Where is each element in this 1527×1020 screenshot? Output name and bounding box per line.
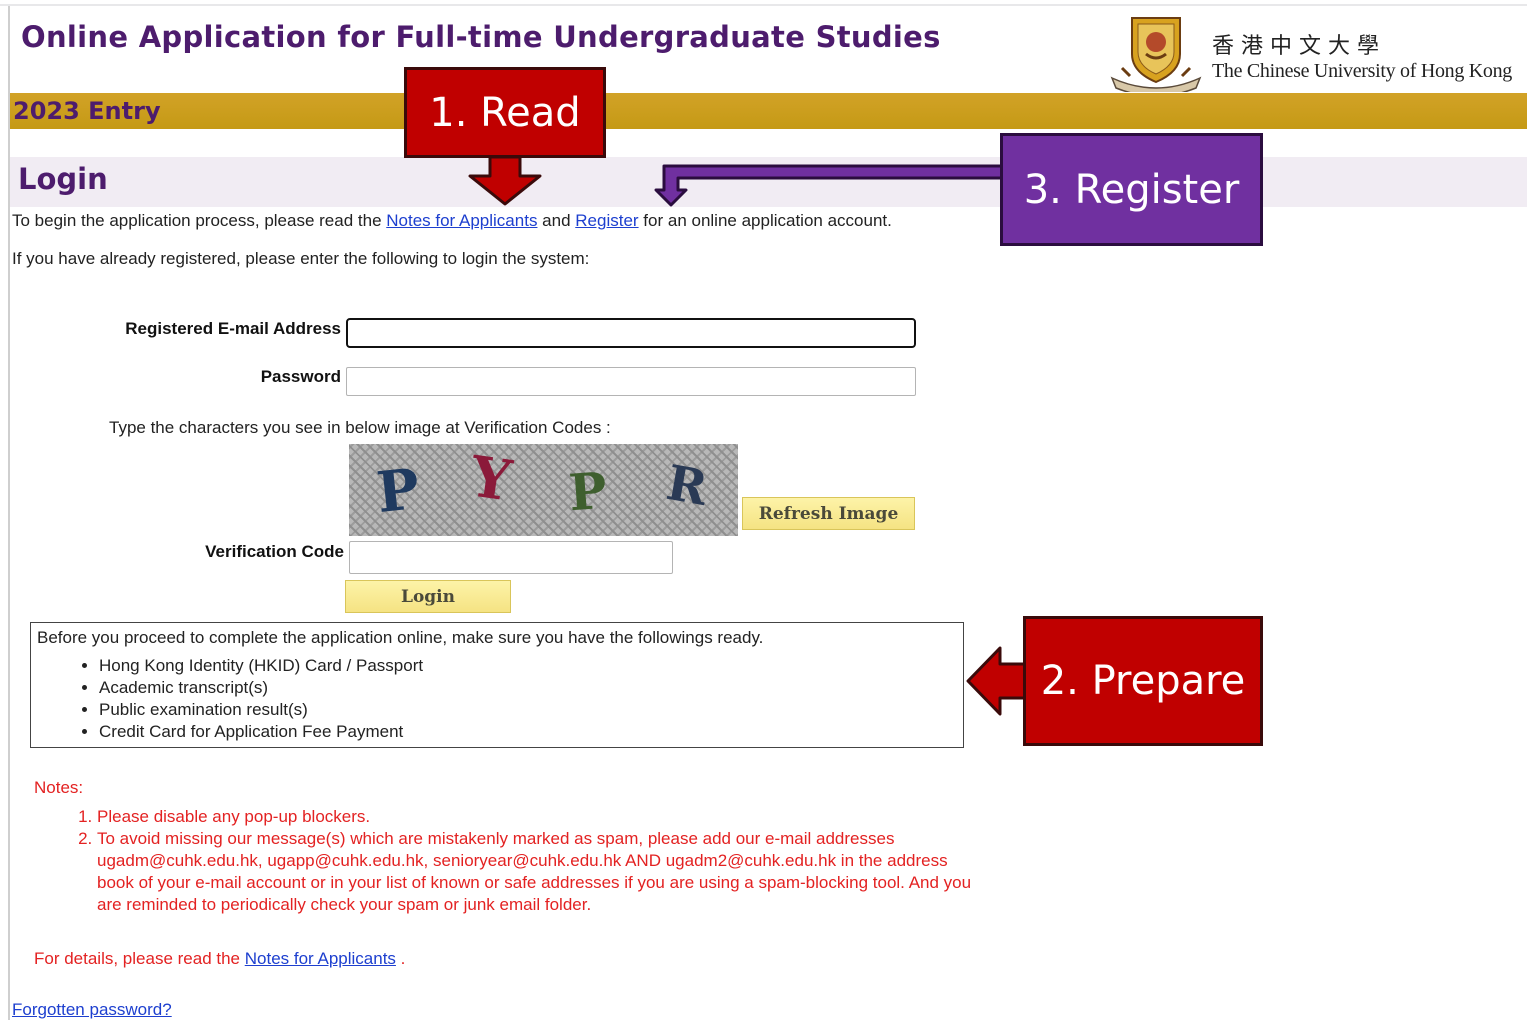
callout-prepare: 2. Prepare [1023, 616, 1263, 746]
list-item: Hong Kong Identity (HKID) Card / Passpor… [99, 655, 423, 677]
list-item: Credit Card for Application Fee Payment [99, 721, 423, 743]
forgotten-password-link[interactable]: Forgotten password? [12, 1000, 172, 1020]
login-button[interactable]: Login [345, 580, 511, 613]
notes-for-applicants-link[interactable]: Notes for Applicants [386, 211, 537, 230]
intro-paragraph: To begin the application process, please… [12, 211, 892, 231]
details-suffix: . [395, 949, 406, 968]
email-label: Registered E-mail Address [125, 319, 341, 338]
login-heading: Login [18, 162, 108, 196]
entry-year: 2023 Entry [13, 97, 161, 125]
captcha-char: P [373, 455, 423, 527]
notes-title: Notes: [34, 778, 84, 797]
captcha-char: R [662, 454, 712, 518]
notes-for-applicants-link-bottom[interactable]: Notes for Applicants [245, 949, 396, 968]
captcha-instruction: Type the characters you see in below ima… [109, 418, 611, 437]
preparation-intro: Before you proceed to complete the appli… [37, 628, 764, 647]
intro-after-text: for an online application account. [638, 211, 892, 230]
login-heading-band [10, 157, 1527, 207]
preparation-list: Hong Kong Identity (HKID) Card / Passpor… [99, 655, 423, 743]
prepare-arrow [966, 646, 1030, 716]
university-name-english: The Chinese University of Hong Kong [1212, 60, 1513, 82]
intro-text: To begin the application process, please… [12, 211, 387, 230]
password-label: Password [260, 367, 341, 386]
university-crest-logo [1110, 17, 1202, 92]
list-item: Please disable any pop-up blockers. [97, 806, 977, 828]
refresh-image-button[interactable]: Refresh Image [742, 497, 915, 530]
page-title: Online Application for Full-time Undergr… [21, 20, 941, 54]
callout-register: 3. Register [1000, 133, 1263, 246]
intro-and-text: and [537, 211, 576, 230]
password-field[interactable] [346, 367, 916, 396]
list-item: Public examination result(s) [99, 699, 423, 721]
list-item: Academic transcript(s) [99, 677, 423, 699]
details-text: For details, please read the Notes for A… [34, 949, 405, 969]
preparation-box: Before you proceed to complete the appli… [30, 622, 964, 748]
verification-code-label: Verification Code [205, 542, 344, 561]
entry-bar: 2023 Entry [10, 93, 1527, 129]
captcha-char: P [566, 460, 609, 523]
list-item: To avoid missing our message(s) which ar… [97, 828, 977, 916]
already-registered-text: If you have already registered, please e… [12, 249, 590, 268]
email-field[interactable] [346, 318, 916, 348]
register-link[interactable]: Register [575, 211, 638, 230]
verification-code-field[interactable] [349, 541, 673, 574]
details-prefix: For details, please read the [34, 949, 245, 968]
callout-read: 1. Read [404, 67, 606, 158]
captcha-char: Y [466, 443, 516, 515]
university-name-chinese: 香港中文大學 [1212, 34, 1387, 59]
notes-list: Please disable any pop-up blockers. To a… [97, 806, 977, 916]
captcha-image: P Y P R [349, 444, 738, 536]
top-border [0, 4, 1527, 6]
